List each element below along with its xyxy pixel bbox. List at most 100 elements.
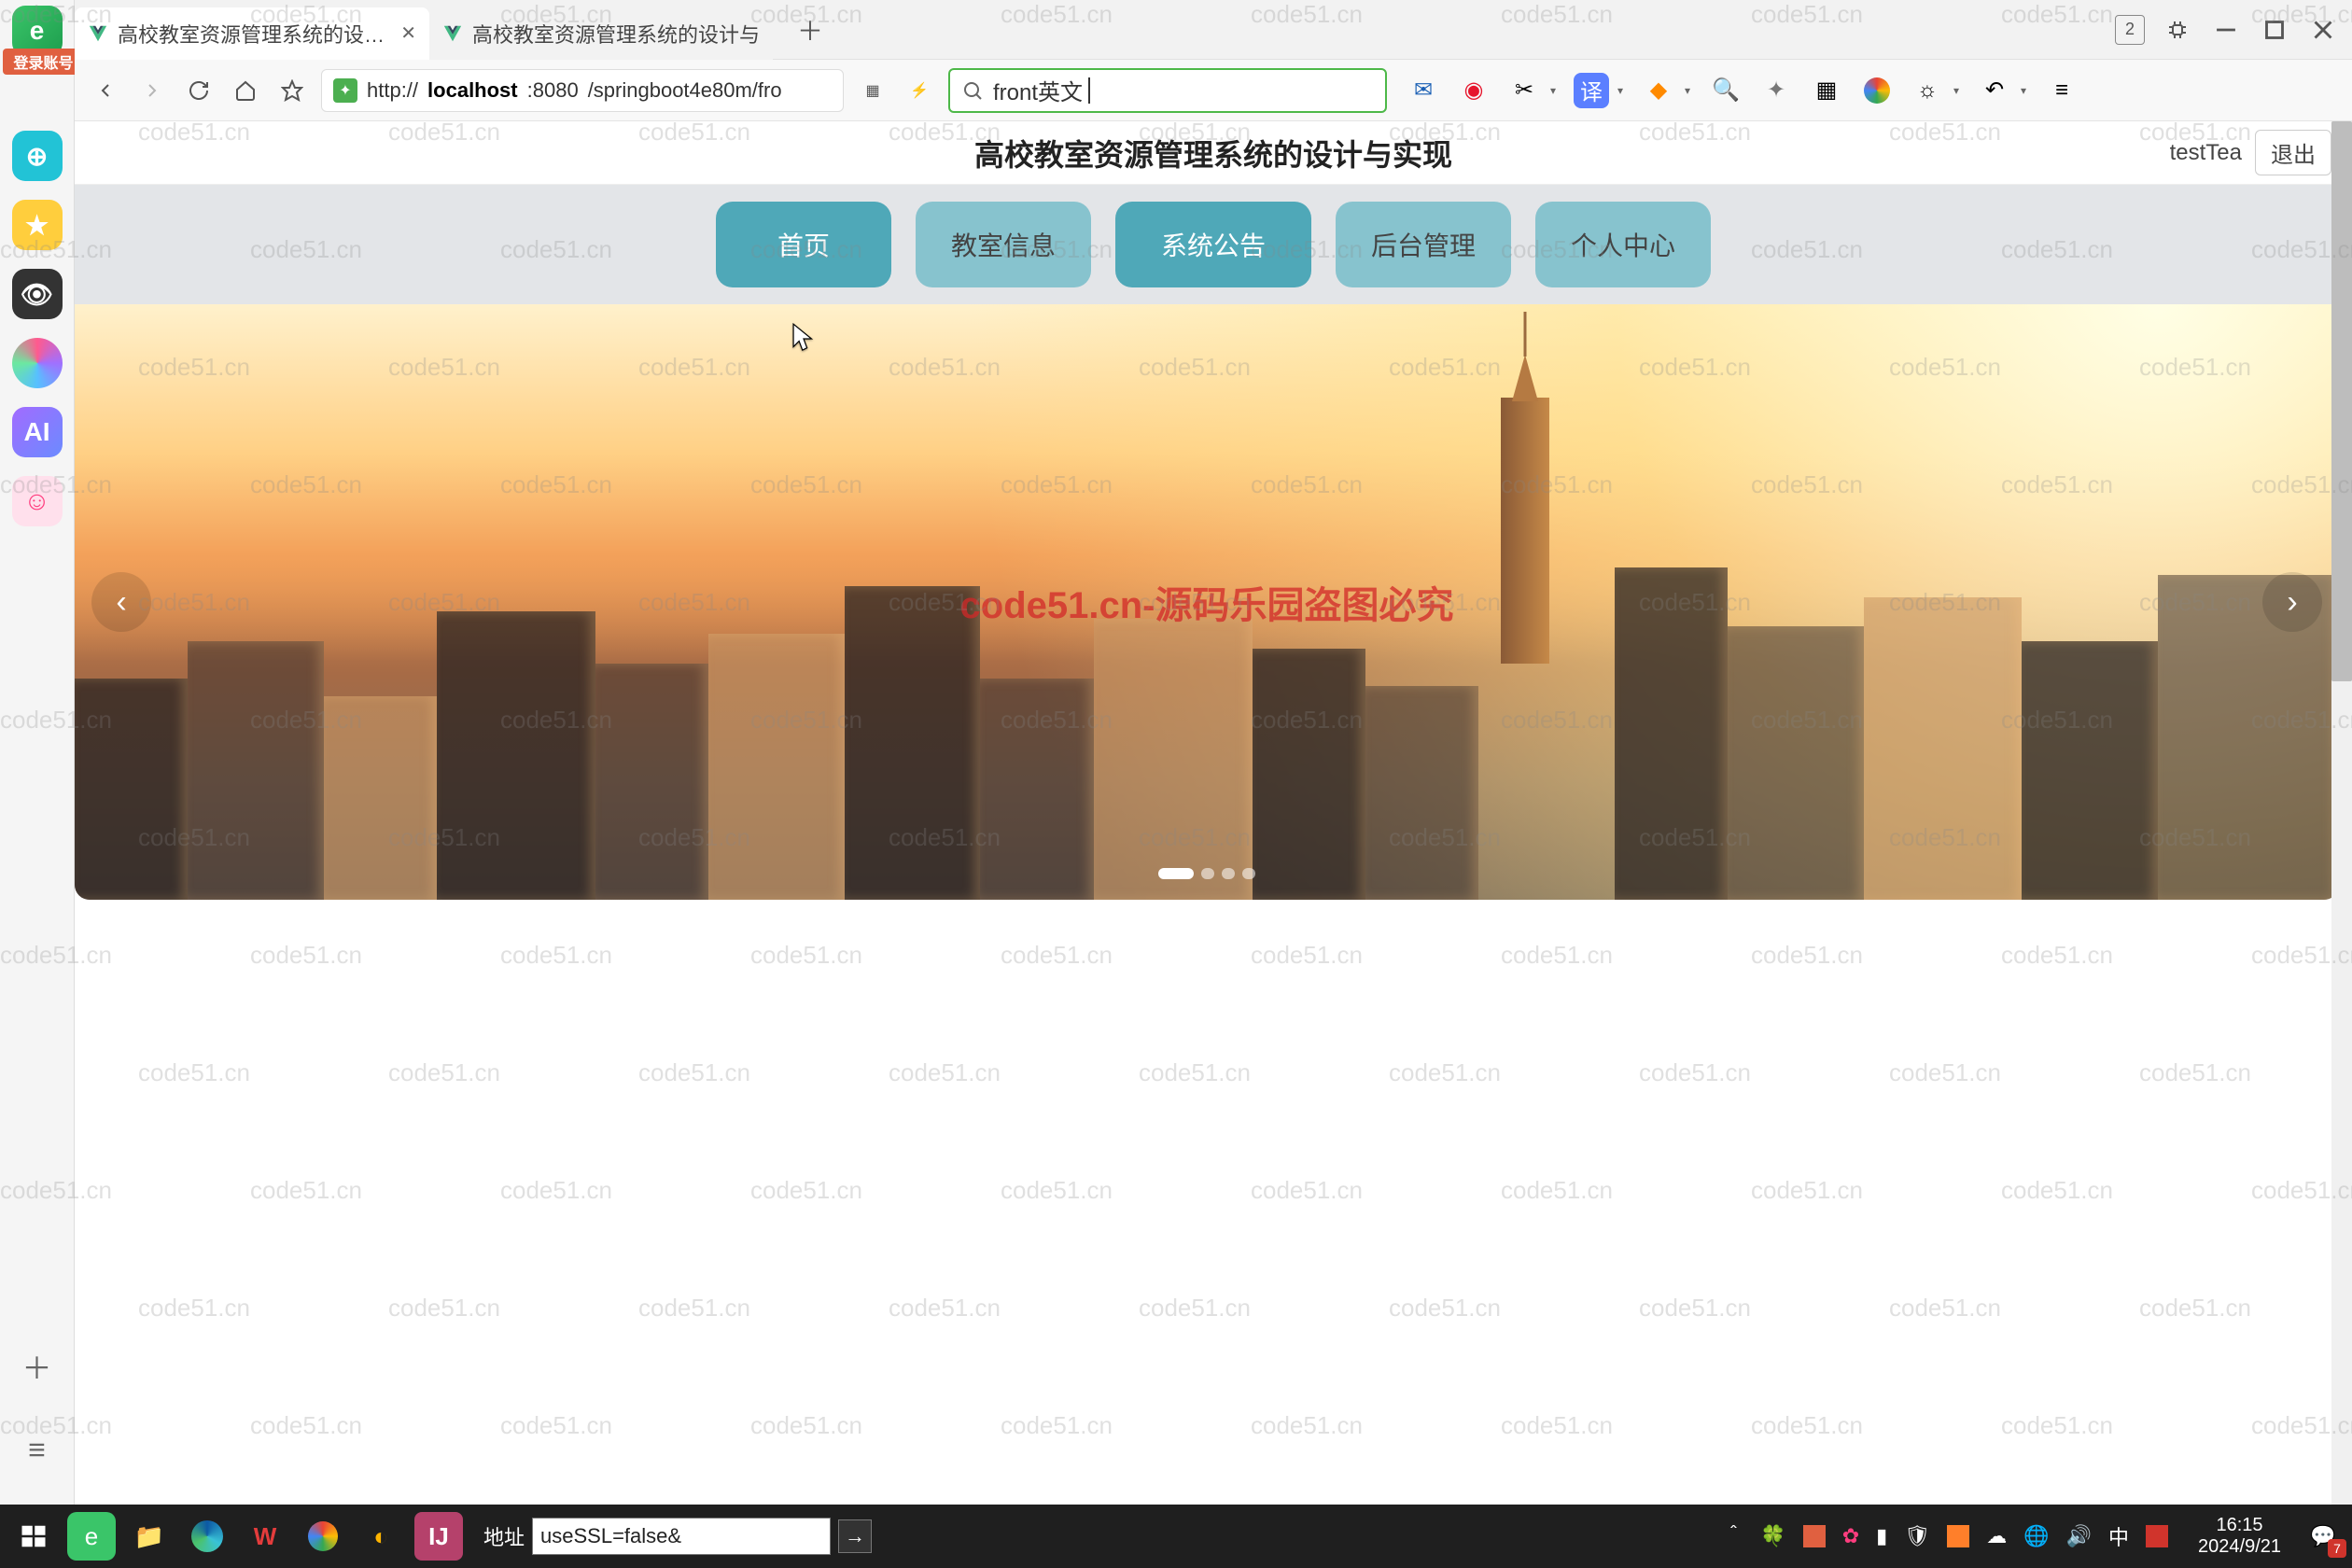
intellij-icon[interactable]: IJ	[414, 1512, 463, 1561]
tray-icon[interactable]	[1803, 1525, 1826, 1547]
extensions-icon[interactable]	[2162, 14, 2193, 46]
sidebar-item-2[interactable]: ★	[12, 200, 63, 250]
tab-bar: 高校教室资源管理系统的设计与 ✕ 高校教室资源管理系统的设计与 ＋ 2	[75, 0, 2352, 60]
tab-active[interactable]: 高校教室资源管理系统的设计与 ✕	[75, 7, 429, 60]
taskbar-app-1[interactable]: e	[67, 1512, 116, 1561]
qr-icon[interactable]: ▦	[855, 73, 890, 108]
chrome-icon[interactable]	[1859, 73, 1895, 108]
tray-icon[interactable]: ✿	[1842, 1524, 1859, 1548]
close-window-button[interactable]	[2307, 14, 2339, 46]
url-path: /springboot4e80m/fro	[588, 78, 782, 103]
url-prefix: http://	[367, 78, 418, 103]
sidebar-list-icon[interactable]: ≡	[28, 1433, 46, 1467]
file-explorer-icon[interactable]: 📁	[125, 1512, 174, 1561]
main-nav: 首页 教室信息 系统公告 后台管理 个人中心	[75, 185, 2352, 304]
nav-admin[interactable]: 后台管理	[1336, 202, 1511, 287]
volume-icon[interactable]: 🔊	[2066, 1524, 2092, 1548]
undo-icon[interactable]: ↶	[1977, 73, 2012, 108]
carousel-dot[interactable]	[1158, 868, 1194, 879]
home-button[interactable]	[228, 73, 263, 108]
address-bar: ✦ http://localhost:8080/springboot4e80m/…	[75, 60, 2352, 121]
site-badge-icon: ✦	[333, 78, 357, 103]
taskbar-address: 地址 →	[483, 1518, 872, 1555]
sidebar-item-3[interactable]: 👁	[12, 269, 63, 319]
app-sidebar: e ⊕ ★ 👁 AI ☺ ＋ ≡	[0, 0, 75, 1505]
tray-icon[interactable]	[2146, 1525, 2168, 1547]
start-button[interactable]	[9, 1512, 58, 1561]
weibo-icon[interactable]: ◉	[1456, 73, 1491, 108]
search-icon	[961, 79, 984, 102]
username-link[interactable]: testTea	[2170, 140, 2242, 166]
shield-icon[interactable]: ◆	[1641, 73, 1676, 108]
sidebar-item-4[interactable]	[12, 338, 63, 388]
chevron-down-icon[interactable]: ▾	[2018, 84, 2029, 97]
scrollbar-thumb[interactable]	[2331, 121, 2352, 681]
maximize-button[interactable]	[2259, 14, 2290, 46]
carousel-dot[interactable]	[1242, 868, 1255, 879]
nav-home[interactable]: 首页	[716, 202, 891, 287]
nav-system-notice[interactable]: 系统公告	[1115, 202, 1311, 287]
mail-icon[interactable]: ✉	[1406, 73, 1441, 108]
tab-inactive[interactable]: 高校教室资源管理系统的设计与	[429, 7, 773, 60]
network-icon[interactable]: 🌐	[2023, 1524, 2049, 1548]
scissors-icon[interactable]: ✂	[1506, 73, 1542, 108]
chevron-down-icon[interactable]: ▾	[1547, 84, 1559, 97]
chrome-taskbar-icon[interactable]	[299, 1512, 347, 1561]
chevron-down-icon[interactable]: ▾	[1951, 84, 1962, 97]
forward-button[interactable]	[134, 73, 170, 108]
tray-icon[interactable]: 🛡	[1904, 1524, 1930, 1548]
addr-input[interactable]	[532, 1518, 831, 1555]
favorite-button[interactable]	[274, 73, 310, 108]
sidebar-add-icon[interactable]: ＋	[21, 1345, 51, 1388]
nav-profile[interactable]: 个人中心	[1535, 202, 1711, 287]
back-button[interactable]	[88, 73, 123, 108]
url-input[interactable]: ✦ http://localhost:8080/springboot4e80m/…	[321, 69, 844, 112]
logout-button[interactable]: 退出	[2255, 130, 2331, 175]
theme-icon[interactable]: ☼	[1910, 73, 1945, 108]
refresh-button[interactable]	[181, 73, 217, 108]
addr-go-button[interactable]: →	[838, 1519, 872, 1553]
search-input[interactable]: front英文	[948, 68, 1387, 113]
page-header: 高校教室资源管理系统的设计与实现 testTea 退出	[75, 121, 2352, 185]
new-tab-button[interactable]: ＋	[791, 11, 829, 49]
menu-icon[interactable]: ≡	[2044, 73, 2079, 108]
sidebar-item-5[interactable]: AI	[12, 407, 63, 457]
minimize-button[interactable]	[2210, 14, 2242, 46]
fast-icon[interactable]: ⚡	[902, 73, 937, 108]
sidebar-item-1[interactable]: ⊕	[12, 131, 63, 181]
ime-indicator[interactable]: 中	[2108, 1521, 2129, 1551]
hero-carousel: ‹ › code51.cn-源码乐园盗图必究	[75, 304, 2339, 900]
edge-icon[interactable]	[183, 1512, 231, 1561]
battery-icon[interactable]: ▮	[1876, 1524, 1887, 1548]
chevron-down-icon[interactable]: ▾	[1615, 84, 1626, 97]
tray-icon[interactable]: ☁	[1986, 1524, 2007, 1548]
puzzle-icon[interactable]: ✦	[1758, 73, 1794, 108]
toolbar-icons: ✉ ◉ ✂ ▾ 译 ▾ ◆ ▾ 🔍 ✦ ▦ ☼ ▾ ↶ ▾ ≡	[1406, 73, 2339, 108]
vue-icon	[88, 23, 108, 44]
close-icon[interactable]: ✕	[400, 21, 416, 45]
mouse-cursor	[791, 323, 816, 359]
sidebar-logo[interactable]: e	[12, 6, 63, 56]
nav-classroom-info[interactable]: 教室信息	[916, 202, 1091, 287]
tray-icon[interactable]	[1947, 1525, 1969, 1547]
windows-taskbar: e 📁 W ◐ IJ 地址 → ＾ 🍀 ✿ ▮ 🛡 ☁ 🌐 🔊 中 16:15 …	[0, 1505, 2352, 1568]
browser-window: 高校教室资源管理系统的设计与 ✕ 高校教室资源管理系统的设计与 ＋ 2 ✦ ht…	[75, 0, 2352, 1505]
taskbar-app-6[interactable]: ◐	[357, 1512, 405, 1561]
sidebar-item-6[interactable]: ☺	[12, 476, 63, 526]
carousel-next-button[interactable]: ›	[2262, 572, 2322, 632]
grid-icon[interactable]: ▦	[1809, 73, 1844, 108]
tray-icon[interactable]: 🍀	[1760, 1524, 1785, 1548]
tray-chevron-icon[interactable]: ＾	[1723, 1521, 1743, 1551]
translate-icon[interactable]: 译	[1574, 73, 1609, 108]
carousel-dot[interactable]	[1222, 868, 1235, 879]
vue-icon	[442, 23, 463, 44]
carousel-prev-button[interactable]: ‹	[91, 572, 151, 632]
chevron-down-icon[interactable]: ▾	[1682, 84, 1693, 97]
taskbar-clock[interactable]: 16:15 2024/9/21	[2198, 1515, 2281, 1558]
vertical-scrollbar[interactable]	[2331, 121, 2352, 1505]
wps-icon[interactable]: W	[241, 1512, 289, 1561]
tab-count-badge[interactable]: 2	[2115, 15, 2145, 45]
notification-button[interactable]: 💬	[2303, 1517, 2343, 1556]
zoom-icon[interactable]: 🔍	[1708, 73, 1743, 108]
carousel-dot[interactable]	[1201, 868, 1214, 879]
